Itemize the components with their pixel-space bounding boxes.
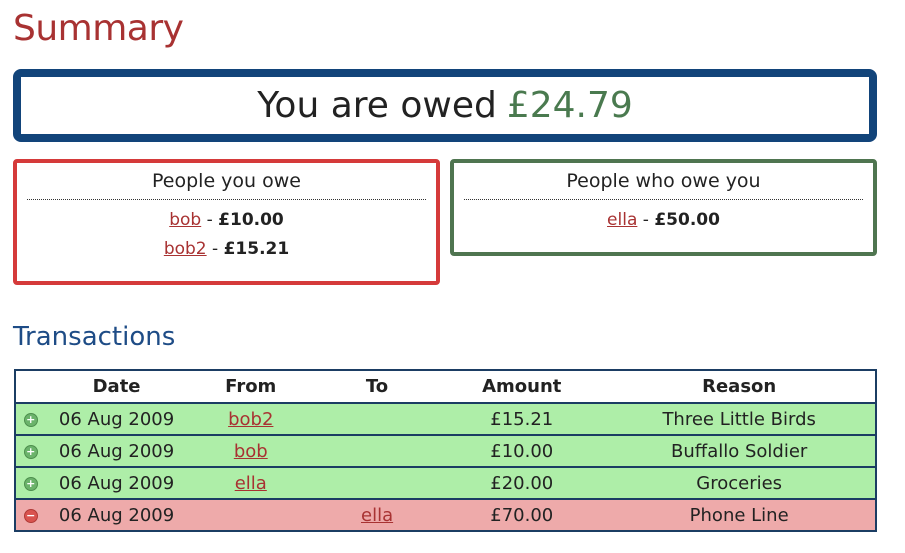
cell-date: 06 Aug 2009 <box>45 466 188 499</box>
person-link-bob2[interactable]: bob2 <box>164 239 207 259</box>
transactions-title: Transactions <box>13 322 176 352</box>
separator: - <box>206 239 224 259</box>
page-title: Summary <box>13 8 184 49</box>
list-item: bob2 - £15.21 <box>17 235 436 264</box>
cell-reason: Groceries <box>603 466 876 499</box>
row-icon-cell: − <box>15 498 46 531</box>
table-row[interactable]: +06 Aug 2009 bob £10.00 Buffallo Soldier <box>15 434 876 467</box>
cell-amount: £15.21 <box>440 402 604 435</box>
balance-amount: £24.79 <box>506 85 633 126</box>
cell-date: 06 Aug 2009 <box>45 498 188 531</box>
cell-reason: Buffallo Soldier <box>603 434 876 467</box>
people-you-owe-panel: People you owe bob - £10.00 bob2 - £15.21 <box>13 159 440 285</box>
table-row[interactable]: +06 Aug 2009 ella £20.00 Groceries <box>15 466 876 499</box>
plus-circle-icon[interactable]: + <box>23 444 38 459</box>
transactions-table: Date From To Amount Reason +06 Aug 2009 bob2 £… <box>14 369 877 532</box>
column-header-from[interactable]: From <box>187 370 314 403</box>
debt-amount: £15.21 <box>223 239 290 259</box>
table-row[interactable]: −06 Aug 2009 ella £70.00 Phone Line <box>15 498 876 531</box>
list-item: bob - £10.00 <box>17 206 436 235</box>
plus-circle-icon[interactable]: + <box>23 476 38 491</box>
person-link-ella[interactable]: ella <box>235 473 267 494</box>
cell-from: ella <box>187 466 314 499</box>
cell-amount: £10.00 <box>440 434 604 467</box>
column-header-to[interactable]: To <box>313 370 441 403</box>
cell-to <box>313 466 441 499</box>
cell-from <box>187 498 314 531</box>
debt-amount: £50.00 <box>654 210 720 230</box>
people-who-owe-you-heading: People who owe you <box>464 169 863 200</box>
cell-to <box>313 402 441 435</box>
person-link-bob[interactable]: bob <box>169 210 201 230</box>
person-link-bob[interactable]: bob <box>234 441 268 462</box>
cell-to: ella <box>313 498 441 531</box>
separator: - <box>637 210 655 230</box>
cell-reason: Three Little Birds <box>603 402 876 435</box>
cell-from: bob <box>187 434 314 467</box>
icon-column-header <box>15 370 46 403</box>
person-link-ella[interactable]: ella <box>361 505 393 526</box>
minus-circle-icon[interactable]: − <box>23 508 38 523</box>
cell-amount: £70.00 <box>440 498 604 531</box>
people-who-owe-you-list: ella - £50.00 <box>454 206 873 235</box>
row-icon-cell: + <box>15 434 46 467</box>
people-you-owe-heading: People you owe <box>27 169 426 200</box>
row-icon-cell: + <box>15 402 46 435</box>
cell-amount: £20.00 <box>440 466 604 499</box>
list-item: ella - £50.00 <box>454 206 873 235</box>
cell-reason: Phone Line <box>603 498 876 531</box>
people-you-owe-list: bob - £10.00 bob2 - £15.21 <box>17 206 436 264</box>
cell-date: 06 Aug 2009 <box>45 434 188 467</box>
people-who-owe-you-panel: People who owe you ella - £50.00 <box>450 159 877 256</box>
separator: - <box>201 210 219 230</box>
row-icon-cell: + <box>15 466 46 499</box>
person-link-ella[interactable]: ella <box>607 210 637 230</box>
column-header-date[interactable]: Date <box>45 370 188 403</box>
cell-from: bob2 <box>187 402 314 435</box>
page: Summary You are owed £24.79 People you o… <box>0 0 905 553</box>
debt-amount: £10.00 <box>218 210 284 230</box>
cell-to <box>313 434 441 467</box>
person-link-bob2[interactable]: bob2 <box>228 409 273 430</box>
cell-date: 06 Aug 2009 <box>45 402 188 435</box>
table-header-row: Date From To Amount Reason <box>15 370 876 403</box>
column-header-amount[interactable]: Amount <box>440 370 604 403</box>
plus-circle-icon[interactable]: + <box>23 412 38 427</box>
balance-label: You are owed <box>257 85 497 126</box>
table-row[interactable]: +06 Aug 2009 bob2 £15.21 Three Little Birds <box>15 402 876 435</box>
column-header-reason[interactable]: Reason <box>603 370 876 403</box>
transactions-body: +06 Aug 2009 bob2 £15.21 Three Little Birds… <box>15 402 876 531</box>
balance-banner: You are owed £24.79 <box>13 69 877 142</box>
